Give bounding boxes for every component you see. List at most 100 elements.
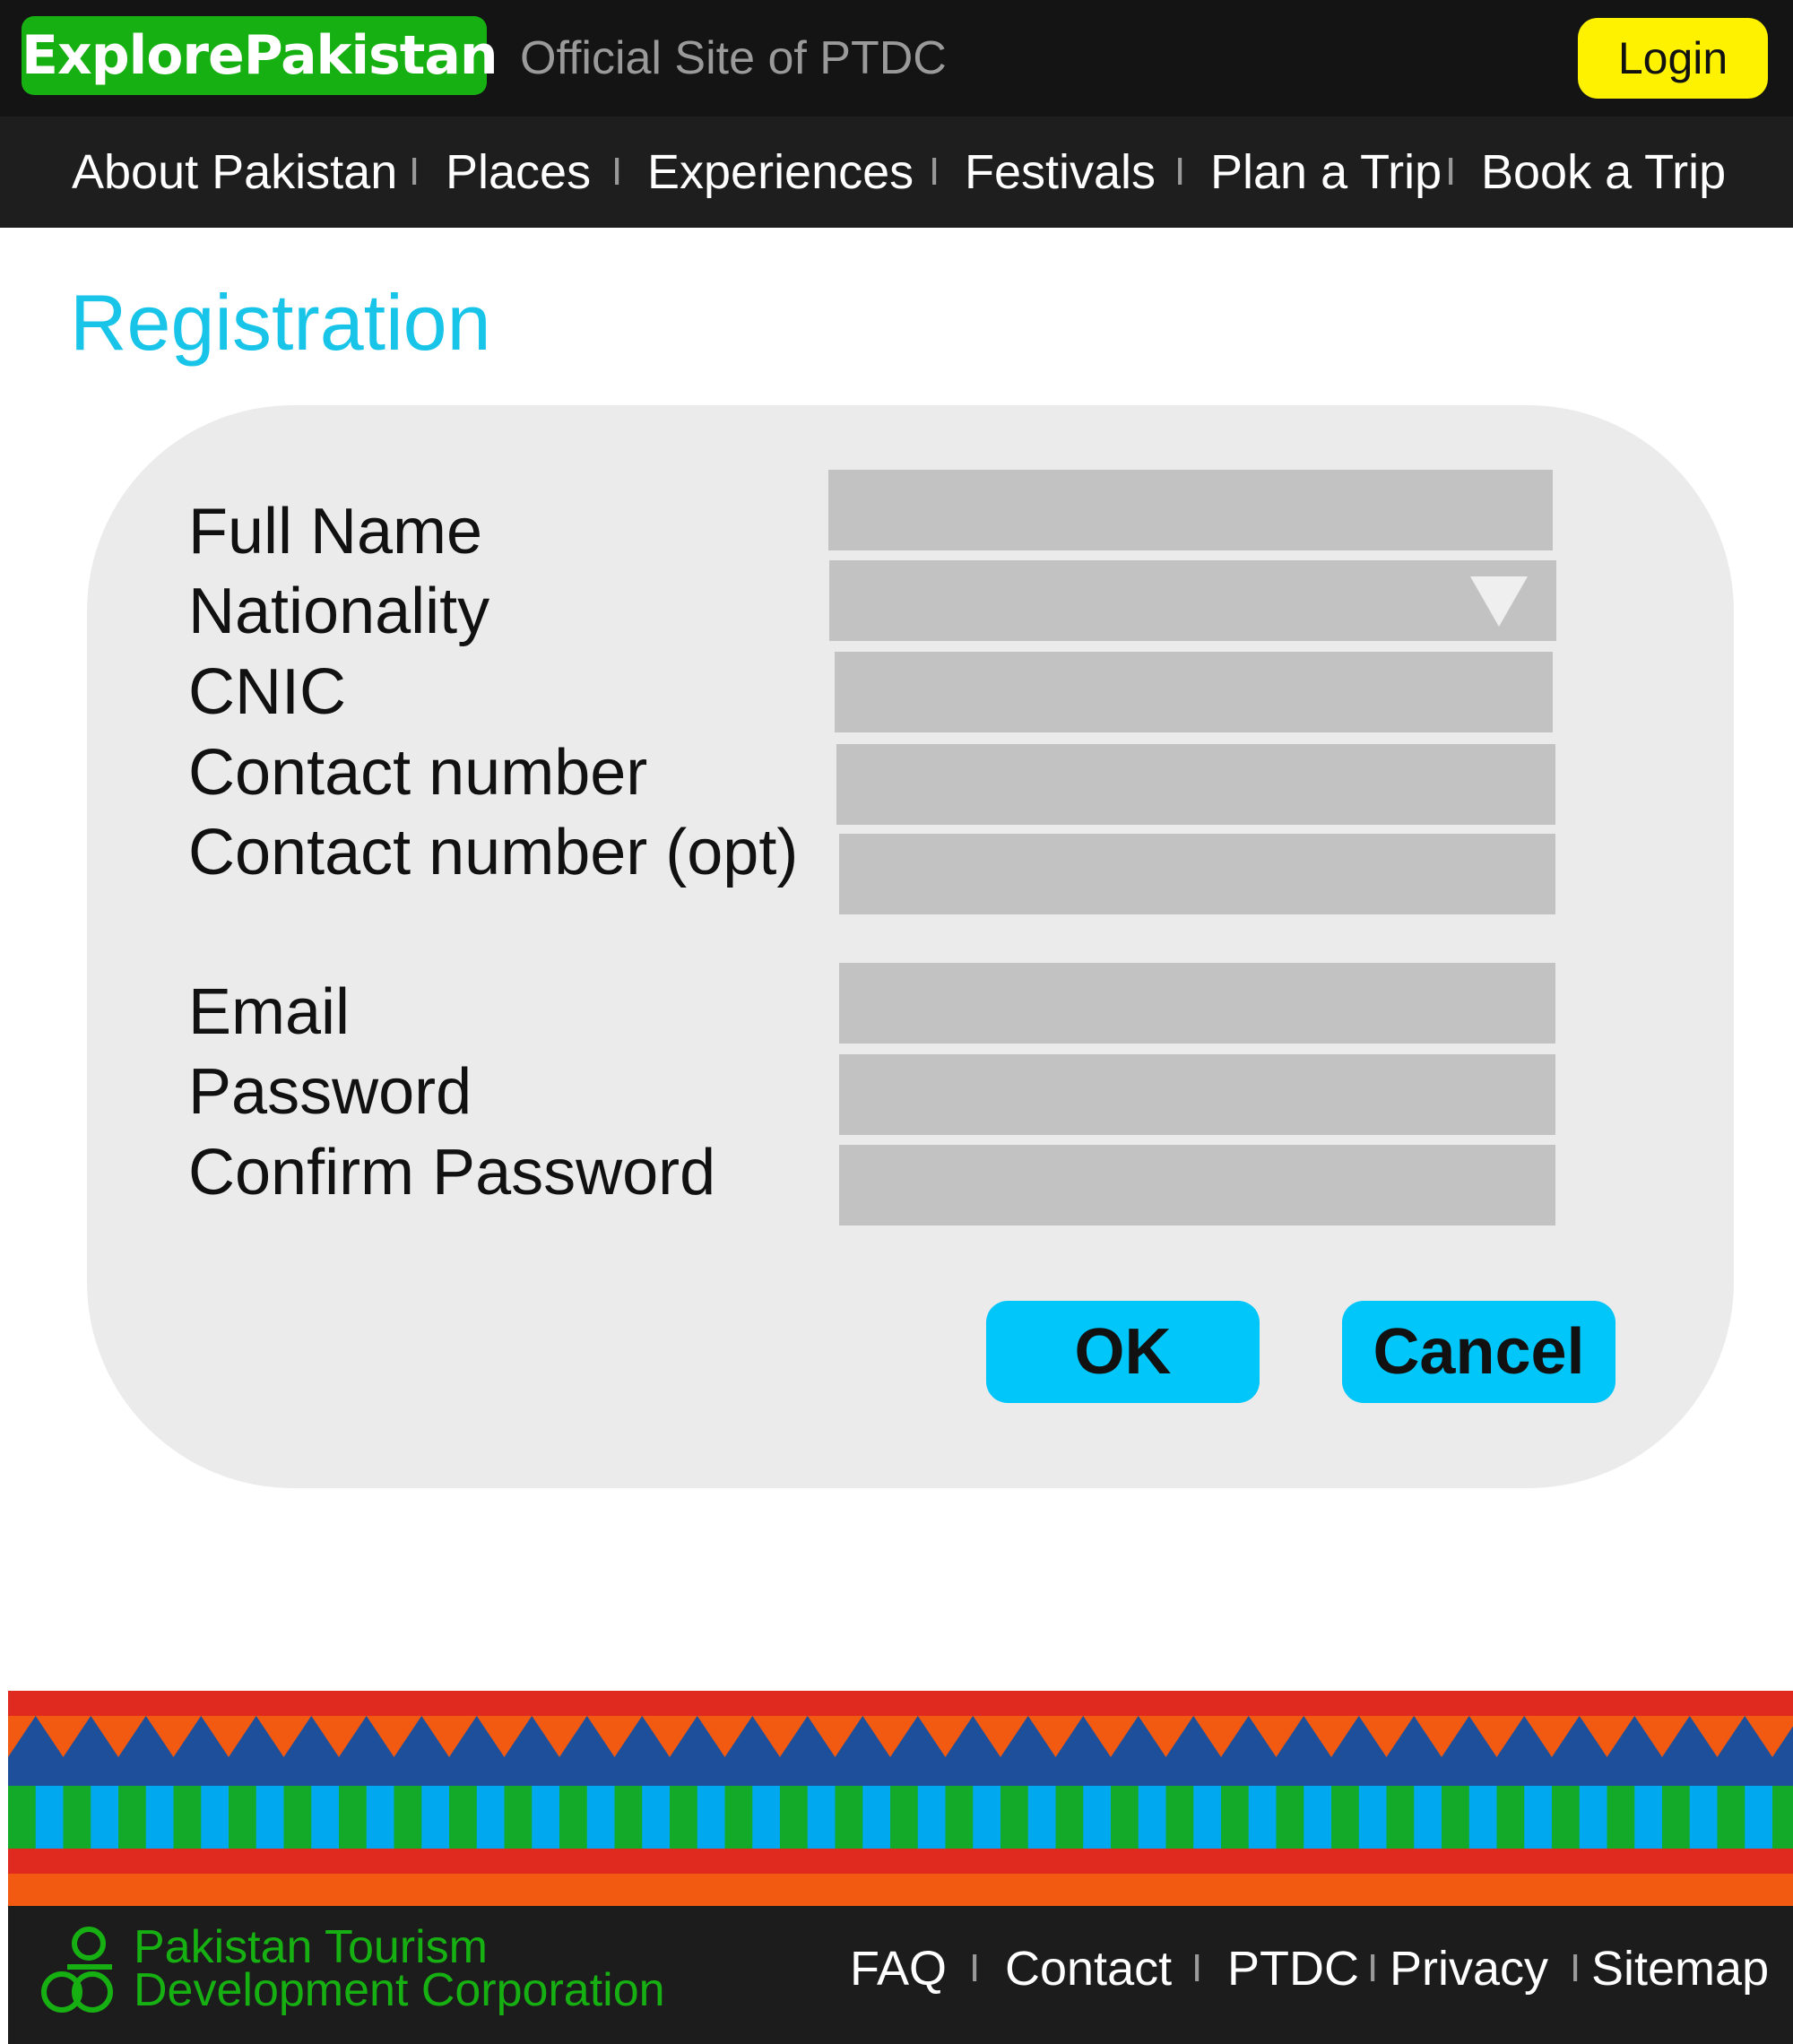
band-check-blue bbox=[1634, 1786, 1663, 1849]
footer-link-sitemap[interactable]: Sitemap bbox=[1591, 1906, 1769, 2044]
confirm-password-input[interactable] bbox=[839, 1145, 1555, 1226]
ok-button[interactable]: OK bbox=[986, 1301, 1260, 1403]
band-check-blue bbox=[1138, 1786, 1167, 1849]
band-check-blue bbox=[421, 1786, 450, 1849]
footer-link-privacy[interactable]: Privacy bbox=[1390, 1906, 1548, 2044]
nav-item-about-pakistan[interactable]: About Pakistan bbox=[72, 117, 397, 228]
band-check-green bbox=[173, 1786, 203, 1849]
email-label: Email bbox=[188, 976, 351, 1048]
footer-link-contact[interactable]: Contact bbox=[1005, 1906, 1172, 2044]
band-check-blue bbox=[1027, 1786, 1057, 1849]
contact-number-label: Contact number bbox=[188, 737, 648, 809]
org-name-line-1: Pakistan Tourism bbox=[134, 1921, 488, 1973]
band-check-blue bbox=[35, 1786, 65, 1849]
band-check-blue bbox=[1083, 1786, 1112, 1849]
band-check-green bbox=[8, 1786, 37, 1849]
band-check-blue bbox=[697, 1786, 726, 1849]
band-check-green bbox=[1496, 1786, 1526, 1849]
band-check-green bbox=[504, 1786, 533, 1849]
band-check-green bbox=[614, 1786, 644, 1849]
band-check-green bbox=[670, 1786, 698, 1849]
band-check-green bbox=[1386, 1786, 1416, 1849]
nav-separator: I bbox=[1174, 150, 1186, 194]
band-check-green bbox=[559, 1786, 588, 1849]
band-check-blue bbox=[642, 1786, 671, 1849]
band-check-blue bbox=[1304, 1786, 1332, 1849]
band-check-blue bbox=[145, 1786, 175, 1849]
org-name: Pakistan Tourism Development Corporation bbox=[134, 1921, 665, 2016]
cnic-input[interactable] bbox=[835, 652, 1553, 732]
footer-separator: I bbox=[1191, 1946, 1203, 1990]
decorative-pattern-band bbox=[8, 1691, 1793, 1906]
band-red-stripe bbox=[8, 1691, 1793, 1716]
band-check-blue bbox=[862, 1786, 891, 1849]
nav-item-places[interactable]: Places bbox=[446, 117, 591, 228]
nav-item-festivals[interactable]: Festivals bbox=[965, 117, 1156, 228]
band-check-blue bbox=[586, 1786, 616, 1849]
full-name-input[interactable] bbox=[828, 470, 1553, 550]
cnic-label: CNIC bbox=[188, 656, 346, 728]
triangle-down-icon bbox=[1470, 576, 1528, 627]
band-check-blue bbox=[1414, 1786, 1442, 1849]
band-check-green bbox=[1442, 1786, 1470, 1849]
band-red-stripe-lower bbox=[8, 1849, 1793, 1874]
band-check-green bbox=[724, 1786, 754, 1849]
footer: Pakistan Tourism Development Corporation… bbox=[8, 1906, 1793, 2044]
password-input[interactable] bbox=[839, 1054, 1555, 1135]
band-check-blue bbox=[532, 1786, 560, 1849]
nav-separator: I bbox=[611, 150, 623, 194]
band-check-blue bbox=[1248, 1786, 1278, 1849]
band-check-green bbox=[1000, 1786, 1029, 1849]
band-check-green bbox=[339, 1786, 368, 1849]
band-check-green bbox=[1662, 1786, 1691, 1849]
email-input[interactable] bbox=[839, 963, 1555, 1044]
band-check-green bbox=[394, 1786, 423, 1849]
band-check-green bbox=[118, 1786, 147, 1849]
band-check-blue bbox=[1689, 1786, 1719, 1849]
band-check-blue bbox=[1579, 1786, 1608, 1849]
band-check-blue bbox=[807, 1786, 836, 1849]
nav-separator: I bbox=[409, 150, 420, 194]
nav-item-experiences[interactable]: Experiences bbox=[647, 117, 914, 228]
band-check-green bbox=[1165, 1786, 1195, 1849]
band-check-blue bbox=[1524, 1786, 1553, 1849]
band-check-blue bbox=[752, 1786, 781, 1849]
band-check-green bbox=[449, 1786, 478, 1849]
band-check-green bbox=[283, 1786, 313, 1849]
main-nav: About Pakistan I Places I Experiences I … bbox=[0, 117, 1793, 228]
band-check-blue bbox=[1468, 1786, 1498, 1849]
band-check-blue bbox=[1745, 1786, 1773, 1849]
password-label: Password bbox=[188, 1056, 472, 1128]
nav-item-book-a-trip[interactable]: Book a Trip bbox=[1481, 117, 1726, 228]
footer-separator: I bbox=[1367, 1946, 1379, 1990]
confirm-password-label: Confirm Password bbox=[188, 1137, 716, 1208]
footer-separator: I bbox=[969, 1946, 981, 1990]
band-check-green bbox=[1111, 1786, 1139, 1849]
band-check-blue bbox=[311, 1786, 340, 1849]
band-check-green bbox=[1055, 1786, 1085, 1849]
footer-link-faq[interactable]: FAQ bbox=[850, 1906, 947, 2044]
contact-number-optional-input[interactable] bbox=[839, 834, 1555, 914]
site-tagline: Official Site of PTDC bbox=[520, 32, 947, 84]
band-check-green bbox=[1607, 1786, 1636, 1849]
ptdc-logo-icon[interactable] bbox=[37, 1922, 117, 2021]
cancel-button[interactable]: Cancel bbox=[1342, 1301, 1615, 1403]
full-name-label: Full Name bbox=[188, 496, 483, 567]
nav-item-plan-a-trip[interactable]: Plan a Trip bbox=[1210, 117, 1442, 228]
band-check-green bbox=[1221, 1786, 1250, 1849]
contact-number-optional-label: Contact number (opt) bbox=[188, 817, 799, 888]
band-checker-stripe bbox=[8, 1786, 1793, 1849]
login-button[interactable]: Login bbox=[1578, 18, 1768, 99]
org-name-line-2: Development Corporation bbox=[134, 1964, 665, 2016]
band-check-green bbox=[1331, 1786, 1360, 1849]
explore-pakistan-logo[interactable]: ExplorePakistan bbox=[22, 16, 498, 95]
band-check-green bbox=[835, 1786, 864, 1849]
band-check-blue bbox=[917, 1786, 947, 1849]
band-check-blue bbox=[1193, 1786, 1222, 1849]
nationality-select[interactable] bbox=[829, 560, 1556, 641]
footer-separator: I bbox=[1570, 1946, 1581, 1990]
contact-number-input[interactable] bbox=[836, 744, 1555, 825]
band-check-green bbox=[780, 1786, 809, 1849]
footer-link-ptdc[interactable]: PTDC bbox=[1227, 1906, 1359, 2044]
band-check-blue bbox=[201, 1786, 230, 1849]
